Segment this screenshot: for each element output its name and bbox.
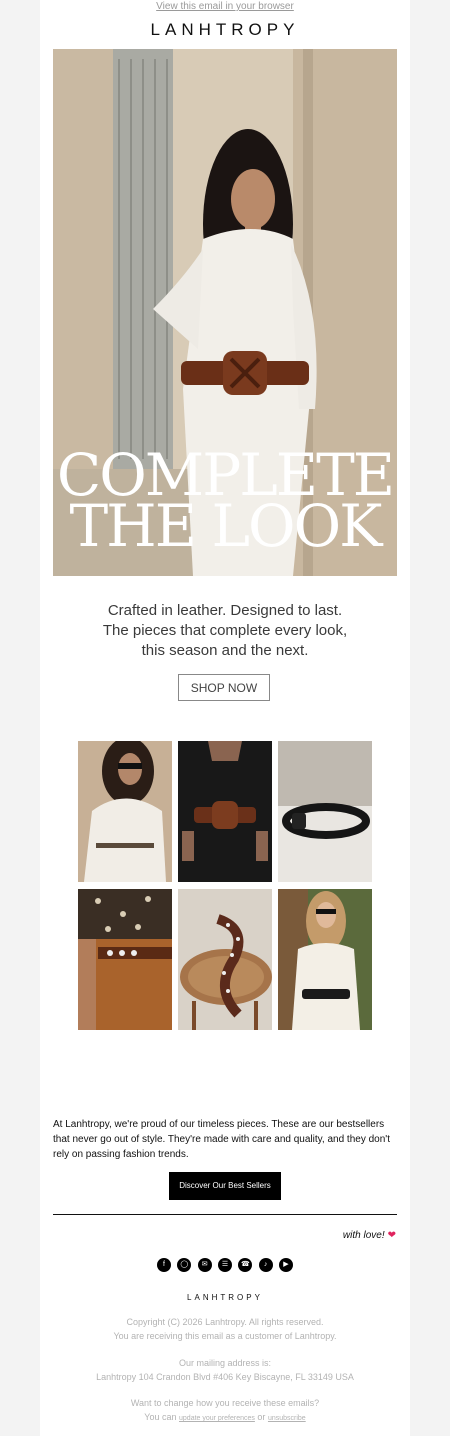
gallery-photo [178,889,272,1030]
sign-off: with love! ❤ [343,1230,396,1241]
social-links: f ◯ ✉ ☰ ☎ ♪ ▶ [157,1258,293,1274]
gallery-photo [278,889,372,1030]
hero-image[interactable]: COMPLETE THE LOOK [53,49,397,576]
change-question: Want to change how you receive these ema… [130,1398,320,1408]
gallery-item-black-belt[interactable] [278,741,372,882]
gallery-photo [78,889,172,1030]
email-body: View this email in your browser LANHTROP… [40,0,410,1436]
youtube-icon[interactable]: ▶ [278,1258,293,1272]
instagram-icon[interactable]: ◯ [177,1258,192,1272]
hero-headline-line2: THE LOOK [69,492,383,560]
footer-reason: You are receiving this email as a custom… [113,1331,337,1341]
tagline-line1: Crafted in leather. Designed to last. [107,602,343,619]
product-gallery [78,741,373,1031]
preferences-line: You can update your preferences or unsub… [40,1410,410,1426]
update-preferences-link[interactable]: update your preferences [179,1415,255,1422]
divider [53,1214,397,1215]
you-can-text: You can [144,1412,177,1422]
footer-legal: Copyright (C) 2026 Lanhtropy. All rights… [40,1315,410,1343]
gallery-photo [278,741,372,882]
tagline-line3: this season and the next. [141,642,309,659]
gallery-item-belt-on-chair[interactable] [178,889,272,1030]
shop-now-button[interactable]: SHOP NOW [178,674,270,701]
sign-off-text: with love! [342,1230,385,1241]
facebook-icon[interactable]: f [157,1258,171,1272]
footer-copyright: Copyright (C) 2026 Lanhtropy. All rights… [126,1317,324,1327]
bestsellers-copy: At Lanhtropy, we're proud of our timeles… [53,1119,390,1160]
discover-best-sellers-button[interactable]: Discover Our Best Sellers [169,1172,281,1200]
footer-logo: LANHTROPY [187,1293,263,1302]
email-icon[interactable]: ✉ [197,1258,212,1272]
gallery-item-black-outfit-belt[interactable] [178,741,272,882]
mailing-label: Our mailing address is: [178,1358,272,1368]
gallery-item-woman-black-belt[interactable] [278,889,372,1030]
view-in-browser-link[interactable]: View this email in your browser [40,1,410,12]
intro-tagline: Crafted in leather. Designed to last. Th… [40,601,410,661]
brand-logo[interactable]: LANHTROPY [40,20,410,40]
whatsapp-icon[interactable]: ☎ [238,1258,253,1272]
or-text: or [257,1412,266,1422]
gallery-item-woman-sunglasses[interactable] [78,741,172,882]
tagline-line2: The pieces that complete every look, [102,622,348,639]
footer-address: Our mailing address is: Lanhtropy 104 Cr… [40,1356,410,1384]
tiktok-icon[interactable]: ♪ [258,1258,273,1272]
mailing-address: Lanhtropy 104 Crandon Blvd #406 Key Bisc… [96,1372,354,1382]
footer-preferences: Want to change how you receive these ema… [40,1396,410,1426]
gallery-photo [178,741,272,882]
unsubscribe-link[interactable]: unsubscribe [268,1415,306,1422]
heart-icon: ❤ [387,1230,396,1241]
website-icon[interactable]: ☰ [217,1258,232,1272]
gallery-photo [78,741,172,882]
gallery-item-brown-belt-trousers[interactable] [78,889,172,1030]
